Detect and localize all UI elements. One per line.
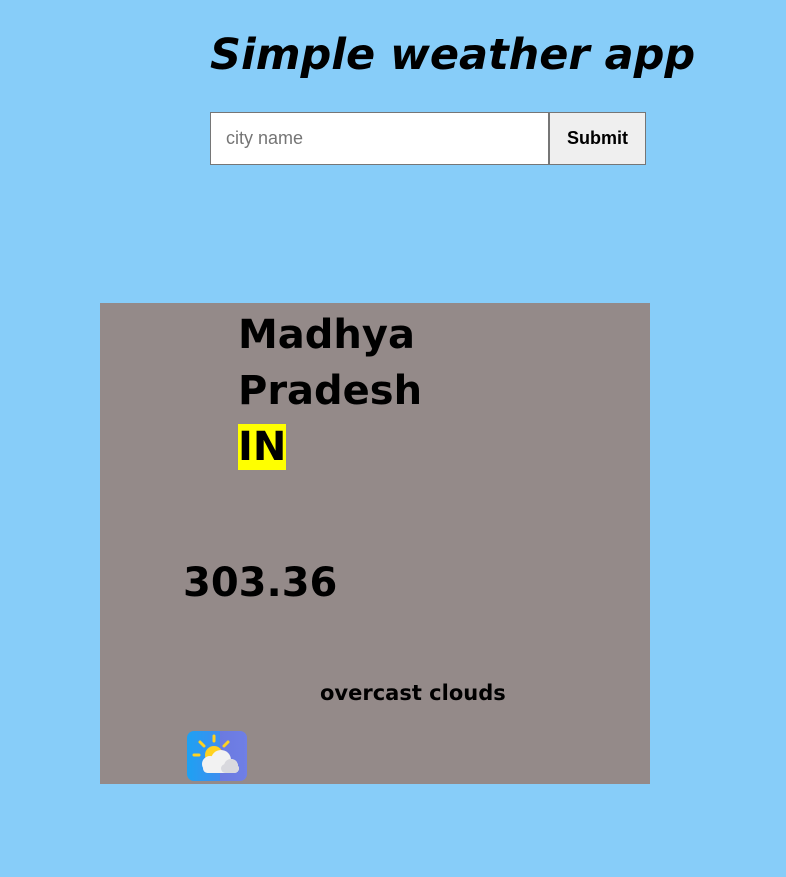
weather-description: overcast clouds	[320, 681, 506, 705]
location-name: Madhya Pradesh	[238, 312, 423, 414]
temperature-value: 303.36	[183, 560, 338, 606]
weather-card: Madhya Pradesh IN 303.36 overcast clouds	[100, 303, 650, 784]
country-code-badge: IN	[238, 424, 287, 470]
partly-cloudy-icon	[187, 731, 247, 781]
submit-button[interactable]: Submit	[549, 112, 646, 165]
city-name-input[interactable]	[210, 112, 549, 165]
app-title: Simple weather app	[210, 30, 696, 80]
location-heading: Madhya Pradesh IN	[238, 307, 478, 475]
search-form: Submit	[210, 112, 646, 165]
